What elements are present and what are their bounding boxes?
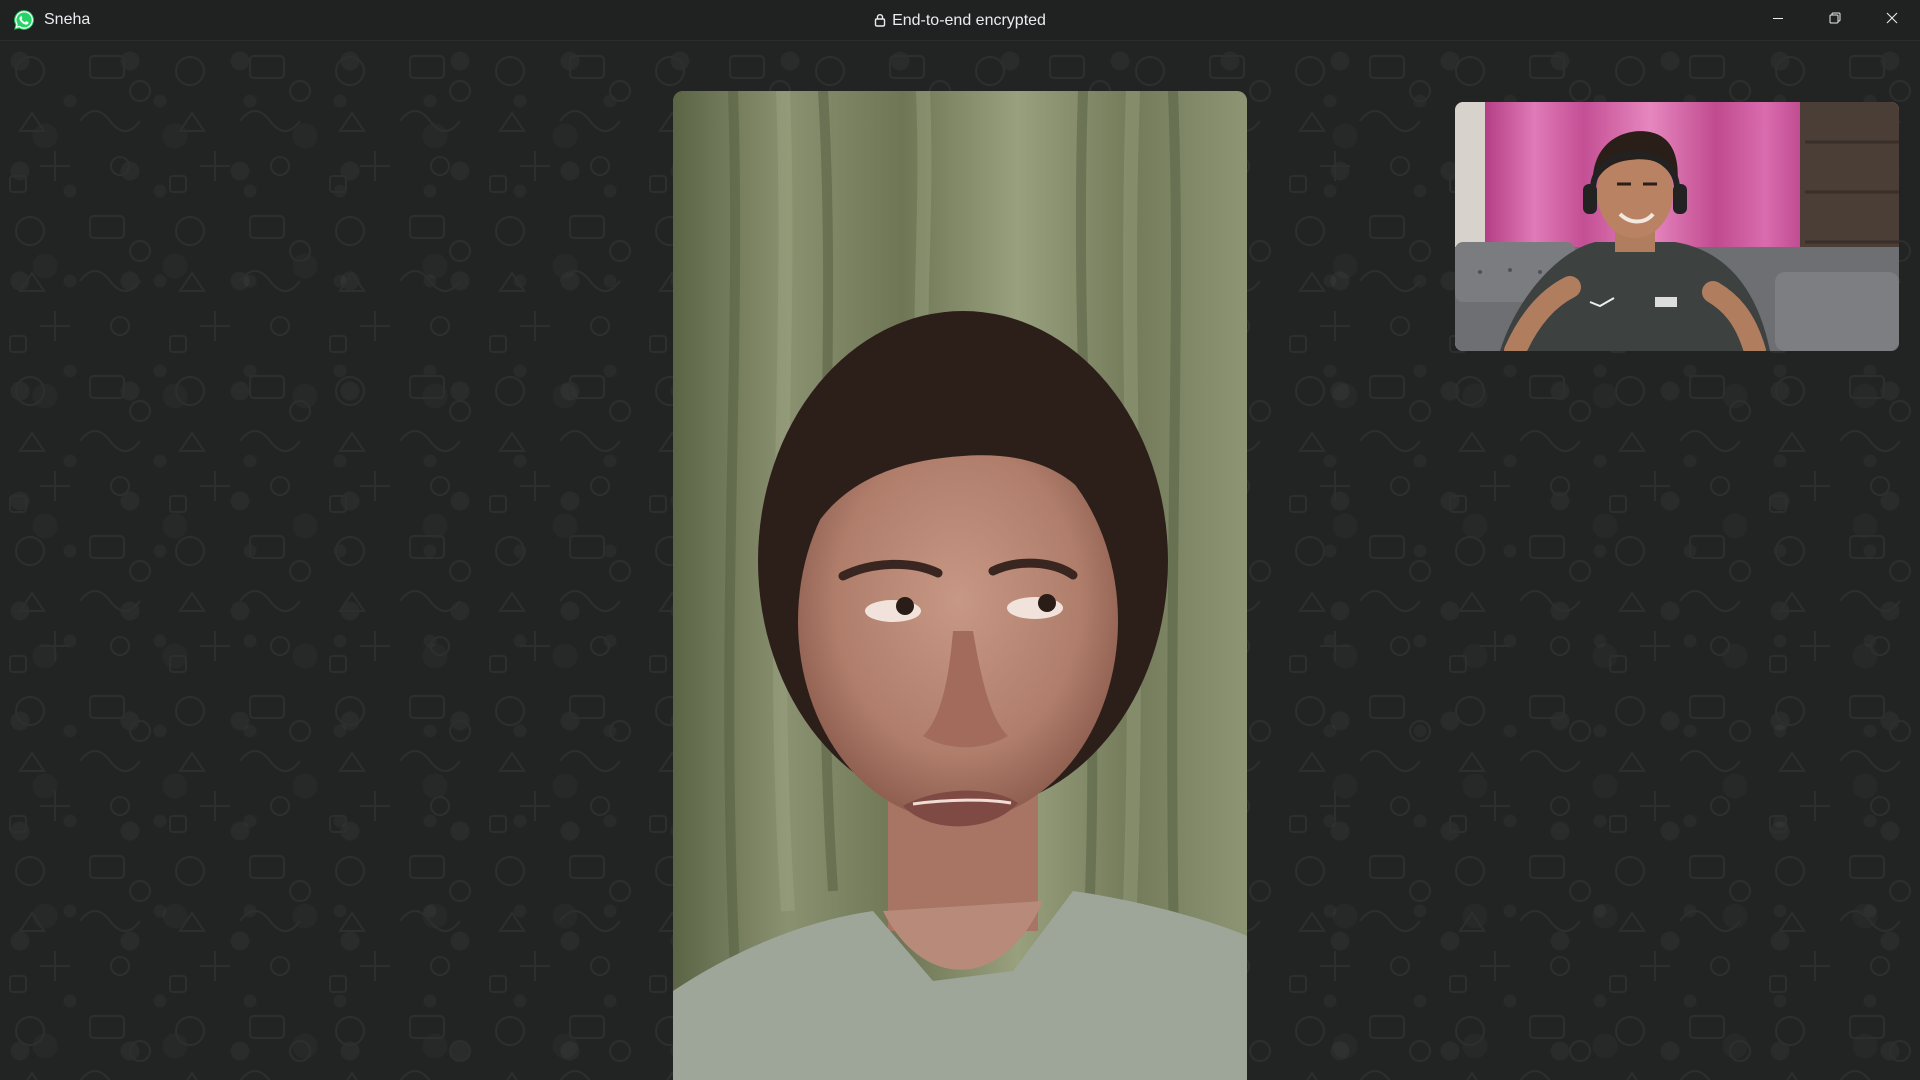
restore-button[interactable] xyxy=(1806,0,1863,40)
remote-video-image xyxy=(673,91,1247,1080)
window-controls xyxy=(1749,0,1920,40)
lock-icon xyxy=(874,13,886,33)
remote-video-feed[interactable] xyxy=(673,91,1247,1080)
call-area xyxy=(0,41,1920,1080)
close-button[interactable] xyxy=(1863,0,1920,40)
restore-icon xyxy=(1829,11,1841,29)
self-video-preview[interactable] xyxy=(1455,102,1899,351)
close-icon xyxy=(1886,11,1898,29)
title-bar[interactable]: Sneha End-to-end encrypted xyxy=(0,0,1920,41)
encryption-status: End-to-end encrypted xyxy=(0,11,1920,33)
whatsapp-call-window: Sneha End-to-end encrypted xyxy=(0,0,1920,1080)
self-video-image xyxy=(1455,102,1899,351)
minimize-button[interactable] xyxy=(1749,0,1806,40)
minimize-icon xyxy=(1772,11,1784,29)
encryption-label: End-to-end encrypted xyxy=(892,12,1046,29)
